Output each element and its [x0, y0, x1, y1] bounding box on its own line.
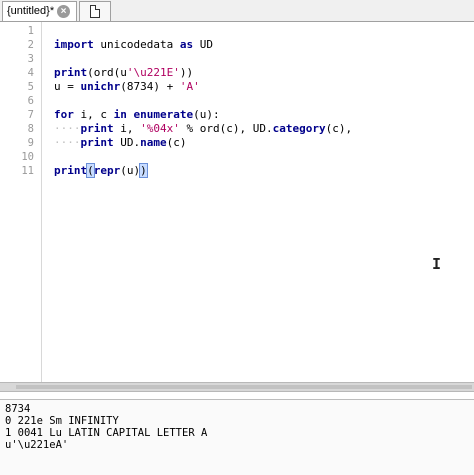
keyword: for	[54, 108, 74, 121]
code-text: i,	[113, 122, 141, 135]
builtin: print	[80, 136, 114, 149]
keyword: as	[179, 38, 194, 51]
code-line-4[interactable]: print(ord(u'\u221E'))	[54, 66, 193, 80]
code-text: (ord(u	[87, 66, 127, 79]
line-number: 5	[27, 81, 34, 93]
builtin: print	[54, 66, 88, 79]
line-number: 10	[21, 151, 34, 163]
line-number: 3	[27, 53, 34, 65]
bracket-match: )	[139, 163, 148, 178]
code-text: (u):	[193, 108, 220, 121]
output-line: 8734	[5, 403, 31, 415]
code-text: (u)	[120, 164, 141, 177]
tab-title: {untitled}*	[7, 5, 55, 17]
output-line: 1 0041 Lu LATIN CAPITAL LETTER A	[5, 427, 208, 439]
tab-untitled[interactable]: {untitled}* ×	[2, 1, 77, 21]
code-text: (8734) +	[120, 80, 180, 93]
pane-splitter[interactable]	[0, 382, 474, 392]
output-line: u'\u221eA'	[5, 439, 69, 451]
builtin: name	[140, 136, 167, 149]
line-number: 4	[27, 67, 34, 79]
code-text: ))	[179, 66, 194, 79]
code-text: u =	[54, 80, 81, 93]
code-line-7[interactable]: for i, c in enumerate(u):	[54, 108, 220, 122]
code-text: % ord(c), UD.	[179, 122, 273, 135]
code-text: UD.	[113, 136, 141, 149]
string-literal: '\u221E'	[126, 66, 180, 79]
output-pane: 8734 0 221e Sm INFINITY 1 0041 Lu LATIN …	[0, 399, 474, 475]
code-text: (c)	[166, 136, 187, 149]
splitter-grip[interactable]	[16, 385, 472, 389]
output-line: 0 221e Sm INFINITY	[5, 415, 119, 427]
code-line-2[interactable]: import unicodedata as UD	[54, 38, 213, 52]
new-tab-button[interactable]	[79, 1, 111, 21]
line-number: 8	[27, 123, 34, 135]
tab-bar: {untitled}* ×	[0, 0, 474, 22]
builtin: print	[80, 122, 114, 135]
code-line-5[interactable]: u = unichr(8734) + 'A'	[54, 80, 200, 94]
line-number: 11	[21, 165, 34, 177]
code-text: (c),	[325, 122, 353, 135]
code-line-11[interactable]: print(repr(u))	[54, 163, 148, 178]
line-number: 2	[27, 39, 34, 51]
keyword: import	[54, 38, 94, 51]
indent-guide: ····	[54, 122, 81, 135]
close-icon[interactable]: ×	[57, 5, 70, 18]
line-number: 1	[27, 25, 34, 37]
code-text: i, c	[73, 108, 114, 121]
builtin: category	[272, 122, 326, 135]
string-literal: 'A'	[179, 80, 200, 93]
bracket-match: (	[86, 163, 95, 178]
code-line-9[interactable]: ····print UD.name(c)	[54, 136, 187, 150]
builtin: repr	[93, 164, 121, 177]
document-icon	[90, 5, 100, 18]
text-cursor-icon: I	[432, 255, 442, 273]
builtin: unichr	[80, 80, 121, 93]
line-number: 7	[27, 109, 34, 121]
builtin: print	[54, 164, 88, 177]
code-text: UD	[193, 38, 213, 51]
keyword: in	[113, 108, 127, 121]
line-number: 6	[27, 95, 34, 107]
code-text: unicodedata	[93, 38, 180, 51]
string-literal: '%04x'	[140, 122, 180, 135]
indent-guide: ····	[54, 136, 81, 149]
line-number: 9	[27, 137, 34, 149]
builtin: enumerate	[133, 108, 194, 121]
code-line-8[interactable]: ····print i, '%04x' % ord(c), UD.categor…	[54, 122, 352, 136]
